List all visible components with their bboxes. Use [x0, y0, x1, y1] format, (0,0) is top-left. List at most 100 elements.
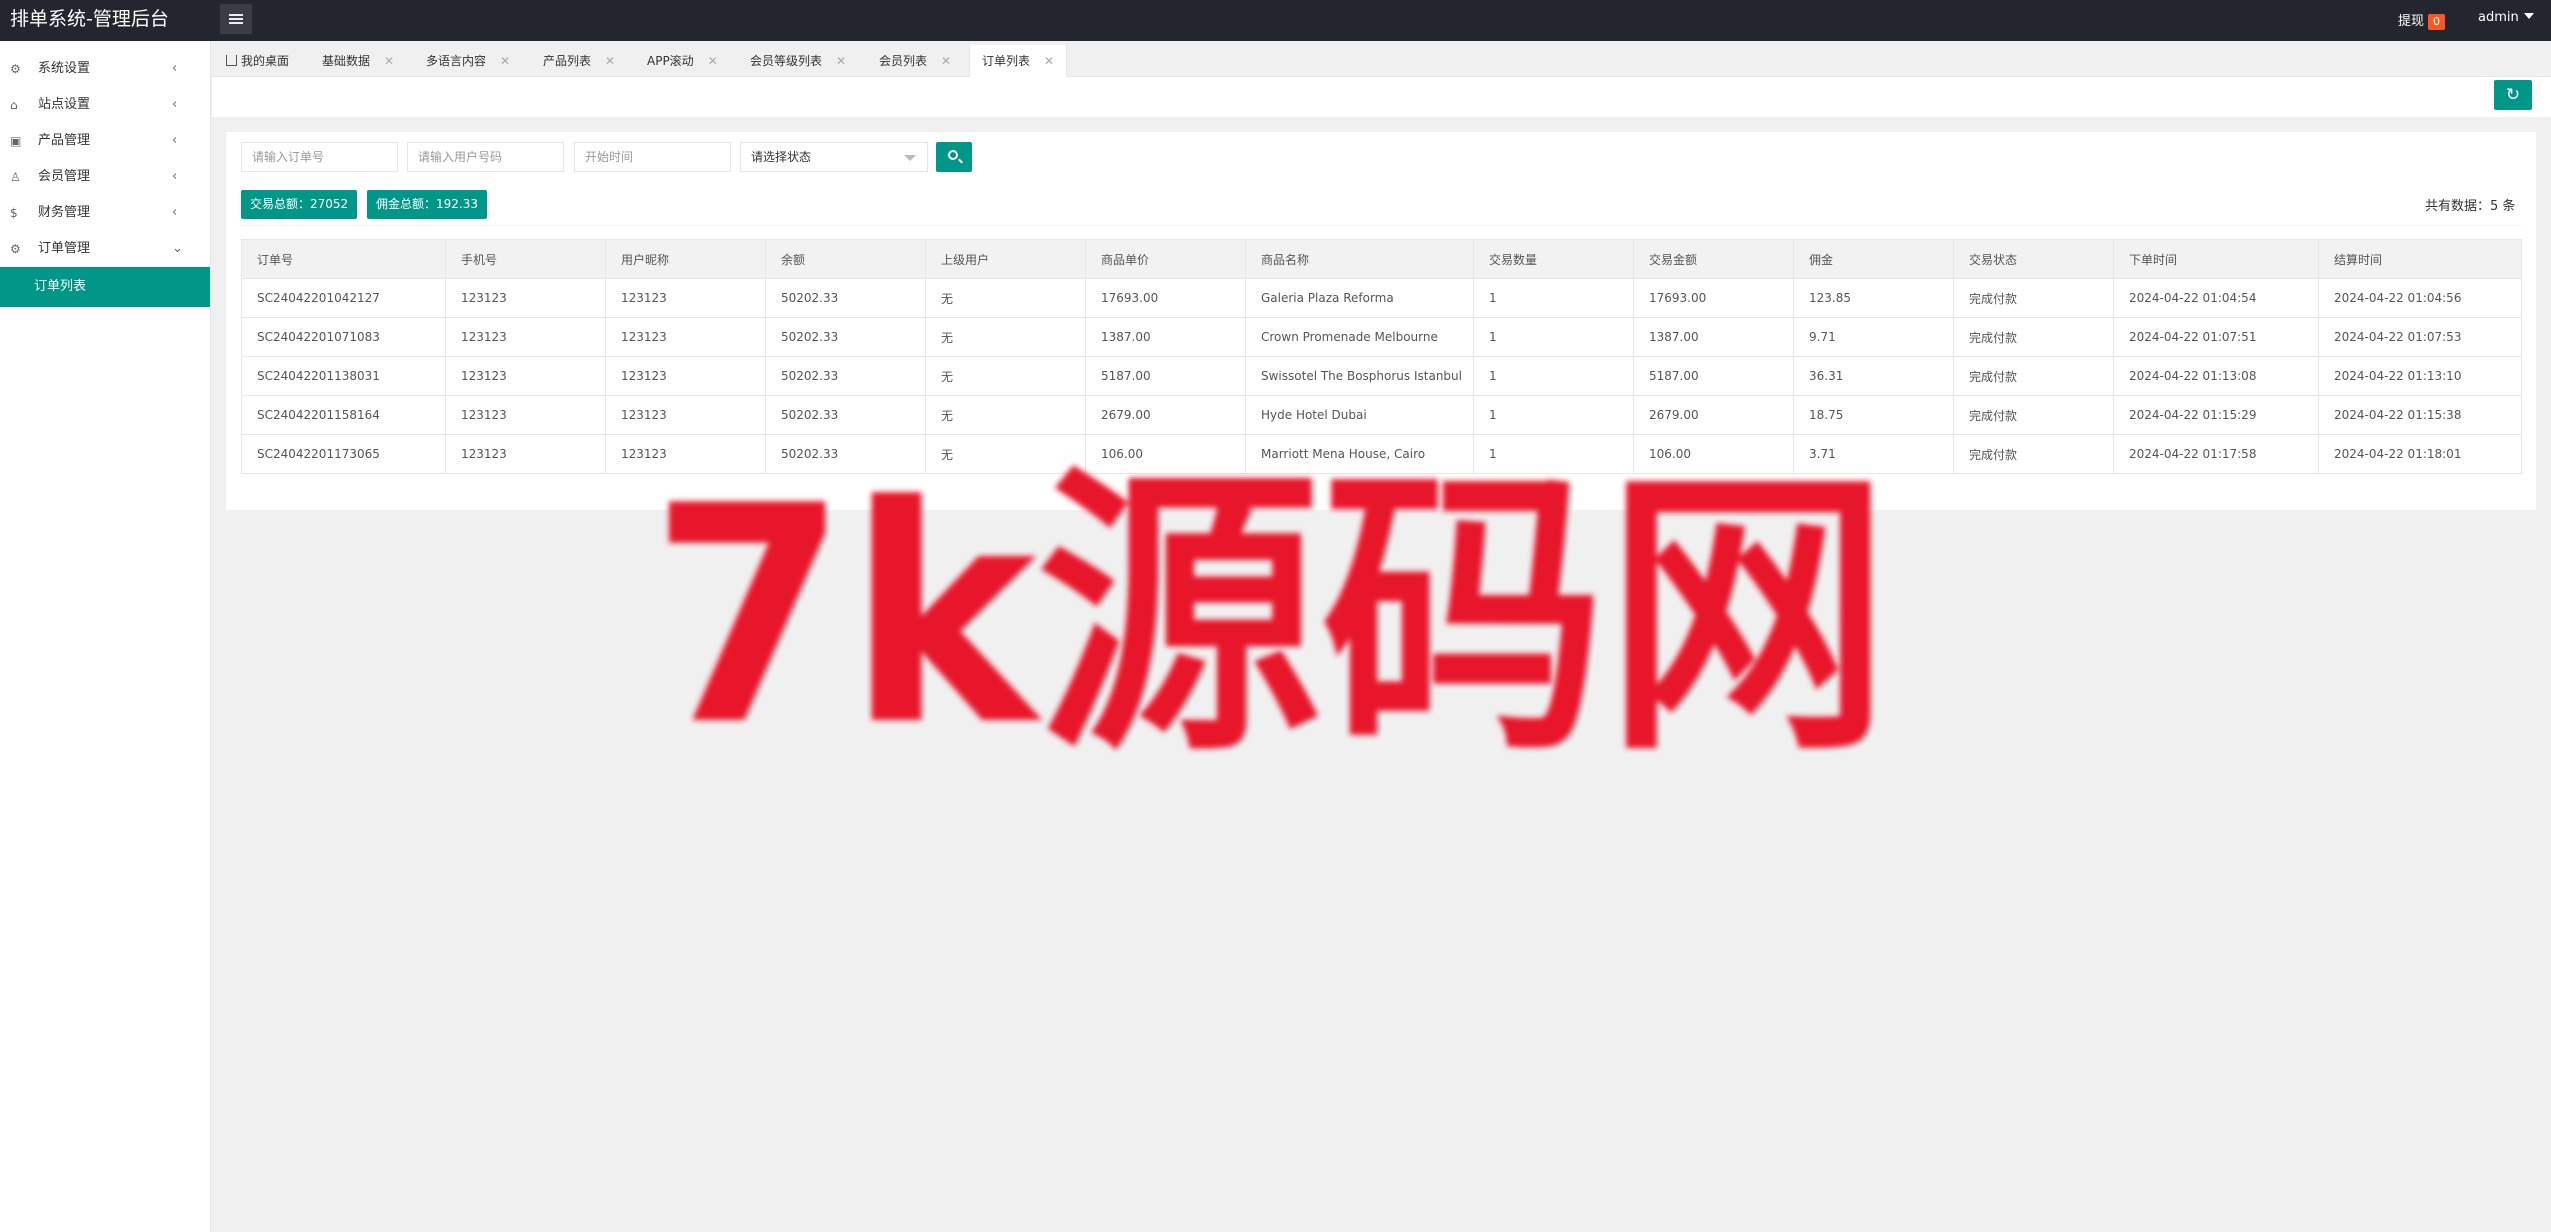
table-cell: 17693.00	[1633, 278, 1794, 318]
table-cell: 1	[1473, 317, 1634, 357]
table-cell: SC24042201042127	[241, 278, 446, 318]
status-select[interactable]: 请选择状态	[740, 142, 928, 172]
user-name: admin	[2478, 10, 2519, 25]
table-row: SC24042201071083 123123 123123 50202.33 …	[241, 317, 2522, 357]
column-header: 商品名称	[1245, 239, 1474, 279]
table-cell: 18.75	[1793, 395, 1954, 435]
table-cell: 无	[925, 434, 1086, 474]
table-cell: 123123	[605, 278, 766, 318]
user-menu[interactable]: admin	[2478, 10, 2534, 25]
sidebar-item-member-management[interactable]: ♙ 会员管理 ‹	[0, 159, 210, 195]
table-cell: 完成付款	[1953, 434, 2114, 474]
tab-basic-data[interactable]: 基础数据 ✕	[322, 45, 394, 77]
table-cell: 5187.00	[1085, 356, 1246, 396]
close-icon[interactable]: ✕	[836, 54, 846, 68]
tab-member-list[interactable]: 会员列表 ✕	[879, 45, 951, 77]
table-cell: 完成付款	[1953, 356, 2114, 396]
sidebar-item-site-settings[interactable]: ⌂ 站点设置 ‹	[0, 87, 210, 123]
commission-total-badge: 佣金总额：192.33	[367, 190, 487, 219]
chevron-left-icon: ‹	[172, 97, 178, 112]
sidebar-item-order-management[interactable]: ⚙ 订单管理 ⌄	[0, 231, 210, 267]
dollar-icon: $	[10, 206, 18, 220]
withdraw-link[interactable]: 提现 0	[2398, 10, 2446, 30]
close-icon[interactable]: ✕	[1044, 54, 1054, 68]
table-cell: 50202.33	[765, 434, 926, 474]
sidebar-item-product-management[interactable]: ▣ 产品管理 ‹	[0, 123, 210, 159]
close-icon[interactable]: ✕	[941, 54, 951, 68]
column-header: 交易数量	[1473, 239, 1634, 279]
tab-app-scroll[interactable]: APP滚动 ✕	[647, 45, 718, 77]
search-button[interactable]	[936, 142, 972, 172]
table-cell: 123123	[605, 317, 766, 357]
column-header: 手机号	[445, 239, 606, 279]
tab-order-list[interactable]: 订单列表 ✕	[969, 45, 1068, 77]
table-cell: 2679.00	[1085, 395, 1246, 435]
withdraw-label: 提现	[2398, 14, 2425, 29]
menu-toggle-button[interactable]	[220, 4, 252, 34]
tab-multilang[interactable]: 多语言内容 ✕	[426, 45, 510, 77]
close-icon[interactable]: ✕	[605, 54, 615, 68]
table-cell: 2024-04-22 01:07:51	[2113, 317, 2319, 357]
tab-product-list[interactable]: 产品列表 ✕	[543, 45, 615, 77]
table-cell: 50202.33	[765, 356, 926, 396]
column-header: 交易状态	[1953, 239, 2114, 279]
table-cell: 9.71	[1793, 317, 1954, 357]
caret-down-icon	[2523, 13, 2534, 19]
phone-number-input[interactable]: 请输入用户号码	[407, 142, 564, 172]
table-cell: 123123	[445, 278, 606, 318]
toolbar-strip	[212, 77, 2551, 117]
refresh-button[interactable]: ↻	[2494, 80, 2532, 110]
table-cell: 2024-04-22 01:17:58	[2113, 434, 2319, 474]
sidebar-item-finance-management[interactable]: $ 财务管理 ‹	[0, 195, 210, 231]
table-cell: Crown Promenade Melbourne	[1245, 317, 1474, 357]
order-number-input[interactable]: 请输入订单号	[241, 142, 398, 172]
close-icon[interactable]: ✕	[384, 54, 394, 68]
user-icon: ♙	[10, 170, 21, 184]
column-header: 上级用户	[925, 239, 1086, 279]
refresh-icon: ↻	[2505, 85, 2521, 105]
table-cell: 2024-04-22 01:04:54	[2113, 278, 2319, 318]
sidebar: ⚙ 系统设置 ‹ ⌂ 站点设置 ‹ ▣ 产品管理 ‹ ♙ 会员管理 ‹ $ 财务…	[0, 41, 211, 1232]
chevron-left-icon: ‹	[172, 205, 178, 220]
table-cell: 无	[925, 278, 1086, 318]
top-bar: 排单系统-管理后台 提现 0 admin	[0, 0, 2551, 41]
tab-label: 会员等级列表	[750, 54, 823, 68]
table-cell: SC24042201138031	[241, 356, 446, 396]
close-icon[interactable]: ✕	[500, 54, 510, 68]
table-cell: Galeria Plaza Reforma	[1245, 278, 1474, 318]
table-row: SC24042201158164 123123 123123 50202.33 …	[241, 395, 2522, 435]
start-time-input[interactable]: 开始时间	[574, 142, 731, 172]
table-cell: 123123	[445, 317, 606, 357]
table-cell: Swissotel The Bosphorus Istanbul	[1245, 356, 1474, 396]
table-cell: 2024-04-22 01:15:29	[2113, 395, 2319, 435]
table-cell: SC24042201173065	[241, 434, 446, 474]
table-cell: 3.71	[1793, 434, 1954, 474]
sidebar-item-label: 订单管理	[38, 241, 91, 256]
tab-my-desktop[interactable]: 我的桌面	[226, 45, 289, 77]
sidebar-item-system-settings[interactable]: ⚙ 系统设置 ‹	[0, 51, 210, 87]
tab-label: 产品列表	[543, 54, 592, 68]
table-cell: Marriott Mena House, Cairo	[1245, 434, 1474, 474]
column-header: 用户昵称	[605, 239, 766, 279]
sidebar-item-label: 站点设置	[38, 97, 91, 112]
column-header: 佣金	[1793, 239, 1954, 279]
close-icon[interactable]: ✕	[708, 54, 718, 68]
tab-member-level-list[interactable]: 会员等级列表 ✕	[750, 45, 846, 77]
column-header: 下单时间	[2113, 239, 2319, 279]
table-cell: 123123	[445, 434, 606, 474]
table-cell: 2024-04-22 01:18:01	[2318, 434, 2522, 474]
sidebar-item-label: 系统设置	[38, 61, 91, 76]
table-cell: 1387.00	[1633, 317, 1794, 357]
column-header: 订单号	[241, 239, 446, 279]
table-cell: 完成付款	[1953, 395, 2114, 435]
table-cell: SC24042201071083	[241, 317, 446, 357]
table-cell: 106.00	[1085, 434, 1246, 474]
sidebar-subitem-order-list[interactable]: 订单列表	[0, 267, 210, 307]
table-cell: 1387.00	[1085, 317, 1246, 357]
table-cell: 106.00	[1633, 434, 1794, 474]
chevron-left-icon: ‹	[172, 169, 178, 184]
table-cell: 123123	[445, 356, 606, 396]
table-header-row: 订单号 手机号 用户昵称 余额 上级用户 商品单价 商品名称 交易数量 交易金额…	[241, 239, 2522, 279]
table-cell: 完成付款	[1953, 278, 2114, 318]
table-cell: 1	[1473, 278, 1634, 318]
